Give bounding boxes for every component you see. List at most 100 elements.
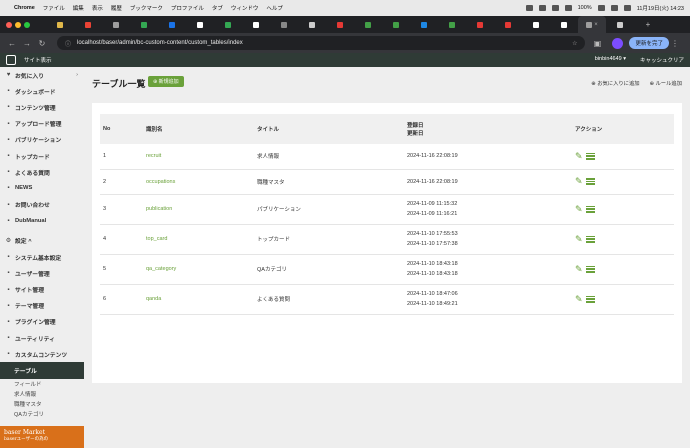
minimize-window-icon[interactable] xyxy=(15,22,21,28)
new-tab-button[interactable]: + xyxy=(634,16,662,33)
sidebar-item-system-settings[interactable]: ▪ システム基本設定 xyxy=(0,249,84,265)
menu-item-edit[interactable]: 編集 xyxy=(73,4,84,12)
add-new-button[interactable]: ⊕ 新規追加 xyxy=(148,76,184,87)
edit-icon[interactable]: ✎ xyxy=(575,234,583,245)
sidebar-item-users[interactable]: ▪ ユーザー管理 xyxy=(0,265,84,281)
list-icon[interactable] xyxy=(585,152,595,160)
close-tab-icon[interactable]: × xyxy=(594,22,598,28)
baser-logo-icon[interactable] xyxy=(6,55,16,65)
list-icon[interactable] xyxy=(585,178,595,185)
zoom-window-icon[interactable] xyxy=(24,22,30,28)
sidebar-item-contact[interactable]: ▪ お問い合わせ xyxy=(0,197,84,213)
update-button[interactable]: 更新を完了 xyxy=(629,37,669,49)
bookmark-star-icon[interactable]: ☆ xyxy=(572,40,577,47)
site-info-icon[interactable]: ⓘ xyxy=(65,39,71,48)
menu-item-view[interactable]: 表示 xyxy=(92,4,103,12)
menu-item-file[interactable]: ファイル xyxy=(43,4,65,12)
user-menu[interactable]: binbin4649 ▾ xyxy=(595,56,626,64)
row-identifier-link[interactable]: occupations xyxy=(146,179,175,185)
edit-icon[interactable]: ✎ xyxy=(575,151,583,162)
browser-tab[interactable] xyxy=(494,16,522,33)
browser-tab[interactable] xyxy=(382,16,410,33)
browser-tab[interactable] xyxy=(550,16,578,33)
list-icon[interactable] xyxy=(585,265,595,273)
browser-tab-active[interactable]: × xyxy=(578,16,606,33)
baser-market-banner[interactable]: baser Market baserユーザーの為の xyxy=(0,426,84,448)
cache-clear-link[interactable]: キャッシュクリア xyxy=(640,56,684,64)
browser-tab[interactable] xyxy=(46,16,74,33)
app-menu-chrome[interactable]: Chrome xyxy=(14,5,35,11)
edit-icon[interactable]: ✎ xyxy=(575,294,583,305)
sidebar-subitem-fields[interactable]: フィールド xyxy=(0,379,84,389)
clock[interactable]: 11月19日(火) 14:23 xyxy=(637,4,684,12)
forward-icon[interactable]: → xyxy=(21,39,33,48)
close-window-icon[interactable] xyxy=(6,22,12,28)
sidebar-item-publication[interactable]: ▪ パブリケーション xyxy=(0,132,84,148)
browser-tab[interactable] xyxy=(242,16,270,33)
browser-tab[interactable] xyxy=(606,16,634,33)
browser-tab[interactable] xyxy=(158,16,186,33)
add-favorite-link[interactable]: ⊕ お気に入りに追加 xyxy=(591,79,639,87)
back-icon[interactable]: ← xyxy=(6,39,18,48)
browser-tab[interactable] xyxy=(102,16,130,33)
browser-tab[interactable] xyxy=(522,16,550,33)
sidebar-item-themes[interactable]: ▪ テーマ管理 xyxy=(0,298,84,314)
battery-icon[interactable] xyxy=(597,5,605,11)
sidebar-item-top-card[interactable]: ▪ トップカード xyxy=(0,148,84,164)
edit-icon[interactable]: ✎ xyxy=(575,176,583,187)
col-header-title[interactable]: タイトル xyxy=(254,114,404,144)
profile-avatar[interactable] xyxy=(612,37,624,49)
add-rule-link[interactable]: ⊕ ルール追加 xyxy=(650,79,682,87)
menu-item-window[interactable]: ウィンドウ xyxy=(231,4,259,12)
browser-tab[interactable] xyxy=(214,16,242,33)
status-icon[interactable] xyxy=(551,5,559,11)
list-icon[interactable] xyxy=(585,295,595,303)
sidebar-item-tables[interactable]: テーブル xyxy=(0,362,84,379)
row-identifier-link[interactable]: qanda xyxy=(146,296,161,302)
extensions-icon[interactable]: ▣ xyxy=(591,39,603,48)
edit-icon[interactable]: ✎ xyxy=(575,264,583,275)
edit-icon[interactable]: ✎ xyxy=(575,204,583,215)
status-icon[interactable] xyxy=(564,5,572,11)
list-icon[interactable] xyxy=(585,235,595,243)
reload-icon[interactable]: ↻ xyxy=(36,39,48,48)
row-identifier-link[interactable]: qa_category xyxy=(146,266,176,272)
browser-tab[interactable] xyxy=(130,16,158,33)
col-header-identifier[interactable]: 識別名 xyxy=(143,114,254,144)
browser-tab[interactable] xyxy=(438,16,466,33)
search-icon[interactable] xyxy=(623,5,631,11)
row-identifier-link[interactable]: recruit xyxy=(146,153,161,159)
sidebar-item-plugins[interactable]: ▪ プラグイン管理 xyxy=(0,314,84,330)
menu-item-tab[interactable]: タブ xyxy=(212,4,223,12)
sidebar-item-dashboard[interactable]: ▪ ダッシュボード xyxy=(0,83,84,99)
sidebar-item-faq[interactable]: ▪ よくある質問 xyxy=(0,164,84,180)
wifi-icon[interactable] xyxy=(610,5,618,11)
sidebar-item-settings[interactable]: ⚙ 設定 ^ xyxy=(0,233,84,249)
browser-tab[interactable] xyxy=(270,16,298,33)
browser-tab[interactable] xyxy=(466,16,494,33)
menu-item-bookmarks[interactable]: ブックマーク xyxy=(130,4,163,12)
browser-tab[interactable] xyxy=(326,16,354,33)
sidebar-item-uploads[interactable]: ▪ アップロード管理 xyxy=(0,116,84,132)
sidebar-item-sites[interactable]: ▪ サイト管理 xyxy=(0,281,84,297)
sidebar-item-custom-content[interactable]: ▪ カスタムコンテンツ xyxy=(0,346,84,362)
site-view-link[interactable]: サイト表示 xyxy=(24,56,52,64)
status-icon[interactable] xyxy=(538,5,546,11)
dropbox-icon[interactable] xyxy=(525,5,533,11)
menu-item-profile[interactable]: プロファイル xyxy=(171,4,204,12)
browser-tab[interactable] xyxy=(298,16,326,33)
col-header-dates[interactable]: 登録日 更新日 xyxy=(404,114,572,144)
browser-tab[interactable] xyxy=(410,16,438,33)
menu-item-help[interactable]: ヘルプ xyxy=(266,4,283,12)
more-menu-icon[interactable]: ⋮ xyxy=(669,39,681,48)
sidebar-subitem-occupations[interactable]: 職種マスタ xyxy=(0,399,84,409)
sidebar-item-dubmanual[interactable]: ▪ DubManual xyxy=(0,213,84,229)
row-identifier-link[interactable]: publication xyxy=(146,206,172,212)
menu-item-history[interactable]: 履歴 xyxy=(111,4,122,12)
url-input[interactable]: ⓘ localhost/baser/admin/bc-custom-conten… xyxy=(57,36,586,50)
sidebar-subitem-qa-category[interactable]: QAカテゴリ xyxy=(0,409,84,419)
browser-tab[interactable] xyxy=(186,16,214,33)
col-header-no[interactable]: No xyxy=(100,114,143,144)
sidebar-item-utilities[interactable]: ▪ ユーティリティ xyxy=(0,330,84,346)
sidebar-subitem-recruit[interactable]: 求人情報 xyxy=(0,389,84,399)
